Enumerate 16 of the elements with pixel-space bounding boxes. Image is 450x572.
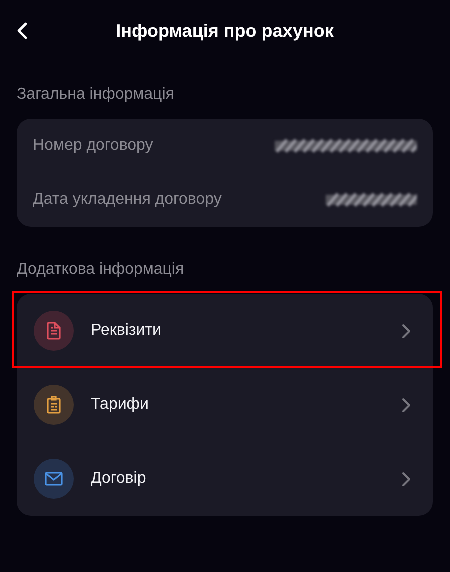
menu-item[interactable]: Договір (17, 442, 433, 516)
menu-item[interactable]: Тарифи (17, 368, 433, 442)
chevron-icon (402, 472, 411, 486)
field-label: Дата укладення договору (33, 191, 222, 209)
chevron-icon (402, 324, 411, 338)
chevron-icon (402, 398, 411, 412)
envelope-icon (45, 472, 63, 486)
back-button[interactable] (17, 22, 28, 40)
field-label: Номер договору (33, 137, 154, 155)
clipboard-icon (47, 396, 61, 414)
section-heading: Загальна інформація (17, 86, 174, 103)
menu-item[interactable]: Реквізити (17, 294, 433, 368)
page-title: Інформація про рахунок (116, 20, 334, 40)
document-icon (47, 322, 61, 340)
section-heading: Додаткова інформація (17, 261, 184, 278)
back-icon (17, 22, 28, 40)
